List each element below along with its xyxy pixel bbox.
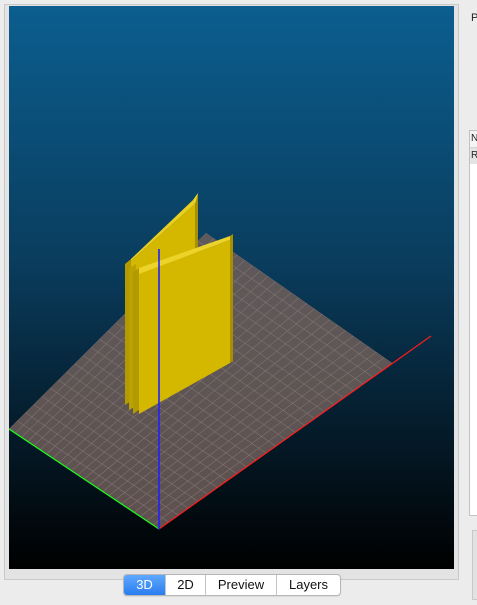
object-list[interactable]: N R bbox=[469, 130, 477, 516]
object-list-header[interactable]: N bbox=[470, 131, 477, 148]
object-list-row[interactable]: R bbox=[470, 148, 477, 164]
tab-layers[interactable]: Layers bbox=[277, 575, 340, 595]
tab-preview[interactable]: Preview bbox=[206, 575, 277, 595]
view-tab-bar: 3D 2D Preview Layers bbox=[123, 574, 341, 596]
tab-3d[interactable]: 3D bbox=[124, 575, 166, 595]
side-panel-bottom-box bbox=[472, 530, 477, 600]
tab-2d[interactable]: 2D bbox=[166, 575, 206, 595]
side-panel: P N R bbox=[460, 0, 477, 605]
side-panel-label: P bbox=[471, 12, 477, 24]
3d-viewport[interactable] bbox=[9, 6, 454, 569]
